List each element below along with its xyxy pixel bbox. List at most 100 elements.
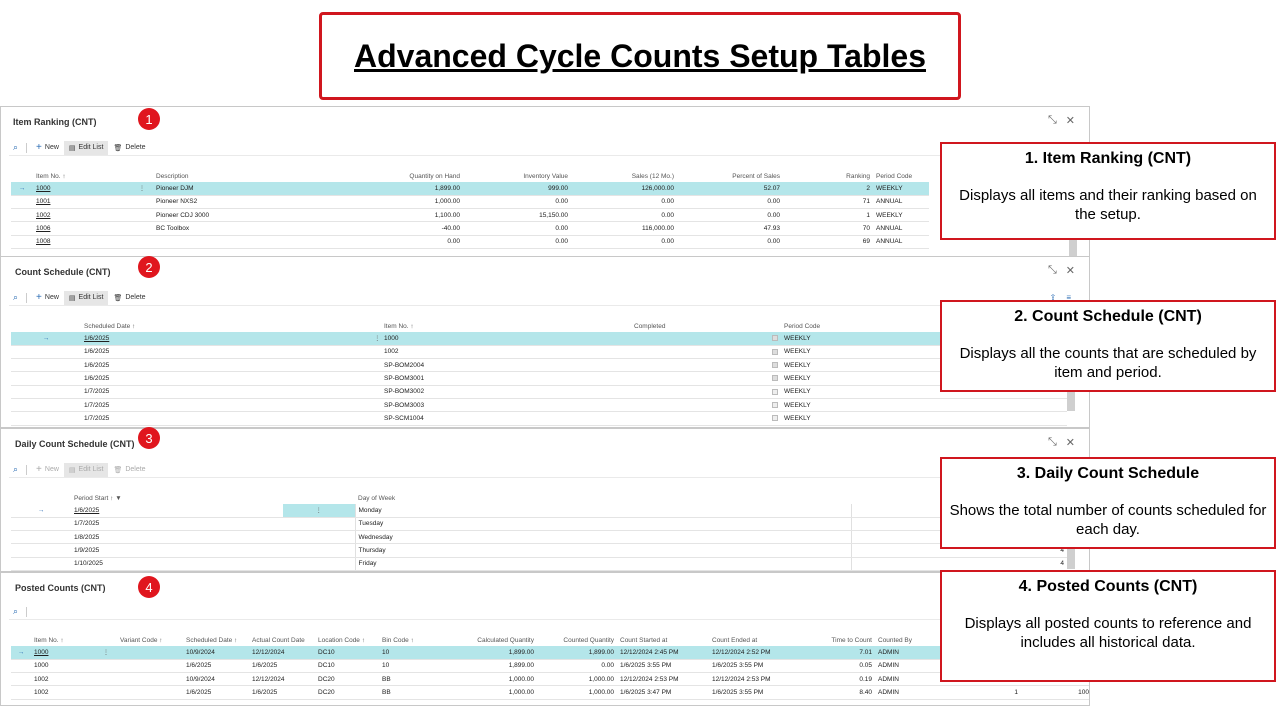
period-code-cell: WEEKLY <box>873 208 929 223</box>
table-row[interactable]: 1/7/2025 SP-SCM1004 WEEKLY <box>11 411 1067 426</box>
close-icon[interactable]: ✕ <box>1066 264 1075 277</box>
edit-list-button[interactable]: ▤ Edit List <box>63 290 109 305</box>
table-row[interactable]: → 1/6/2025 ⋮ 1000 WEEKLY <box>11 332 1067 346</box>
toolbar-divider <box>26 142 28 153</box>
col-header[interactable]: Counted Quantity <box>537 634 617 646</box>
completed-checkbox[interactable] <box>772 335 778 342</box>
item-no-link[interactable]: 1001 <box>33 195 131 210</box>
period-code-cell: WEEKLY <box>873 182 929 196</box>
scheduled-date-cell[interactable]: 1/6/2025 <box>81 332 371 346</box>
col-header[interactable]: Count Started at <box>617 634 709 646</box>
new-button[interactable]: + New <box>31 141 64 155</box>
col-header[interactable]: Bin Code ↑ <box>379 634 443 646</box>
completed-checkbox[interactable] <box>772 362 778 369</box>
item-no-link[interactable]: 1000 <box>33 182 131 196</box>
search-icon[interactable]: ⌕ <box>9 606 22 617</box>
completed-checkbox[interactable] <box>772 388 778 395</box>
col-header[interactable]: Item No. ↑ <box>31 634 95 646</box>
delete-button[interactable]: 🗑 Delete <box>108 141 150 155</box>
period-start-cell[interactable]: 1/6/2025 <box>71 504 283 518</box>
row-spacer <box>131 235 153 249</box>
table-row[interactable]: 1002 10/9/2024 12/12/2024 DC20 BB 1,000.00 1,0… <box>11 672 1089 687</box>
table-row[interactable]: 1001 Pioneer NXS2 1,000.00 0.00 0.00 0.00 71 AN… <box>11 195 929 210</box>
col-header[interactable]: Scheduled Date ↑ <box>81 320 371 332</box>
item-no-link[interactable]: 1008 <box>33 235 131 249</box>
table-row[interactable]: → 1/6/2025 ⋮ Monday <box>11 504 1067 518</box>
table-row[interactable]: → 1000 ⋮ Pioneer DJM 1,899.00 999.00 126,000.0… <box>11 182 929 196</box>
period-code-cell: WEEKLY <box>781 385 931 399</box>
item-no-link[interactable]: 1000 <box>31 646 95 660</box>
completed-checkbox[interactable] <box>772 348 778 355</box>
new-button[interactable]: + New <box>31 463 64 477</box>
col-header[interactable]: Completed <box>631 320 781 332</box>
search-icon[interactable]: ⌕ <box>9 292 22 303</box>
table-row[interactable]: 1008 0.00 0.00 0.00 0.00 69 ANNUAL <box>11 235 929 249</box>
edit-list-button[interactable]: ▤ Edit List <box>63 462 109 477</box>
table-row[interactable]: 1/7/2025 SP-BOM3002 WEEKLY <box>11 385 1067 399</box>
col-header[interactable]: Count Ended at <box>709 634 801 646</box>
filler-cell <box>931 411 1067 426</box>
table-row[interactable]: 1/7/2025 SP-BOM3003 WEEKLY <box>11 398 1067 413</box>
col-header[interactable]: Percent of Sales <box>677 170 783 182</box>
row-actions-icon[interactable]: ⋮ <box>131 182 153 196</box>
close-icon[interactable]: ✕ <box>1066 114 1075 127</box>
scheduled-date-cell: 10/9/2024 <box>183 672 249 687</box>
table-row[interactable]: → 1000 ⋮ 10/9/2024 12/12/2024 DC10 10 1,899.00 1… <box>11 646 1089 660</box>
col-header[interactable]: Period Code <box>873 170 929 182</box>
scrollbar[interactable] <box>1067 547 1075 569</box>
edit-list-button[interactable]: ▤ Edit List <box>63 140 109 155</box>
row-actions-icon[interactable]: ⋮ <box>283 504 355 518</box>
table-row[interactable]: 1006 BC Toolbox -40.00 0.00 116,000.00 47.93 7… <box>11 221 929 236</box>
col-header[interactable]: Variant Code ↑ <box>117 634 183 646</box>
search-icon[interactable]: ⌕ <box>9 464 22 475</box>
col-header[interactable]: Period Start ↑ ▼ <box>71 492 283 504</box>
table-row[interactable]: 1/7/2025 Tuesday <box>11 517 1067 532</box>
col-header[interactable]: Scheduled Date ↑ <box>183 634 249 646</box>
delete-button[interactable]: 🗑 Delete <box>108 463 150 477</box>
col-header[interactable]: Counted By <box>875 634 931 646</box>
table-row[interactable]: 1/10/2025 Friday 4 <box>11 557 1067 571</box>
col-header[interactable]: Description <box>153 170 303 182</box>
row-actions-icon[interactable]: ⋮ <box>371 332 381 346</box>
collapse-icon[interactable]: ⤡ <box>1048 436 1057 449</box>
completed-checkbox[interactable] <box>772 401 778 408</box>
table-row[interactable]: 1/6/2025 SP-BOM3001 WEEKLY <box>11 371 1067 386</box>
col-header[interactable]: Item No. ↑ <box>381 320 631 332</box>
col-header[interactable]: Quantity on Hand <box>303 170 463 182</box>
item-no-link[interactable]: 1002 <box>33 208 131 223</box>
row-actions-icon[interactable]: ⋮ <box>95 646 117 660</box>
filter-icon[interactable]: ▼ <box>115 495 121 502</box>
table-row[interactable]: 1002 Pioneer CDJ 3000 1,100.00 15,150.00 0.0… <box>11 208 929 223</box>
col-header[interactable]: Location Code ↑ <box>315 634 379 646</box>
period-code-cell: ANNUAL <box>873 235 929 249</box>
col-header[interactable]: Sales (12 Mo.) <box>571 170 677 182</box>
item-no-link[interactable]: 1006 <box>33 221 131 236</box>
col-header[interactable]: Day of Week <box>355 492 851 504</box>
window-controls: ⤡ ✕ <box>1048 436 1075 449</box>
scheduled-date-cell: 1/7/2025 <box>81 398 371 413</box>
completed-checkbox[interactable] <box>772 415 778 422</box>
new-button[interactable]: + New <box>31 291 64 305</box>
close-icon[interactable]: ✕ <box>1066 436 1075 449</box>
table-row[interactable]: 1/9/2025 Thursday 4 <box>11 543 1067 558</box>
scrollbar[interactable] <box>1067 389 1075 411</box>
step-badge-3: 3 <box>138 427 160 449</box>
table-row[interactable]: 1/6/2025 1002 WEEKLY <box>11 345 1067 360</box>
col-header[interactable]: Inventory Value <box>463 170 571 182</box>
col-header[interactable]: Actual Count Date <box>249 634 315 646</box>
col-header[interactable]: Item No. ↑ <box>33 170 131 182</box>
table-row[interactable]: 1/6/2025 SP-BOM2004 WEEKLY <box>11 358 1067 373</box>
row-marker <box>11 208 33 223</box>
search-icon[interactable]: ⌕ <box>9 142 22 153</box>
col-header[interactable]: Period Code <box>781 320 931 332</box>
col-header[interactable]: Time to Count <box>801 634 875 646</box>
collapse-icon[interactable]: ⤡ <box>1048 114 1057 127</box>
completed-checkbox[interactable] <box>772 375 778 382</box>
table-row[interactable]: 1000 1/6/2025 1/6/2025 DC10 10 1,899.00 0.00 1/… <box>11 659 1089 674</box>
collapse-icon[interactable]: ⤡ <box>1048 264 1057 277</box>
table-row[interactable]: 1/8/2025 Wednesday <box>11 530 1067 545</box>
delete-button[interactable]: 🗑 Delete <box>108 291 150 305</box>
table-row[interactable]: 1002 1/6/2025 1/6/2025 DC20 BB 1,000.00 1,000.… <box>11 685 1089 700</box>
col-header[interactable]: Ranking <box>783 170 873 182</box>
col-header[interactable]: Calculated Quantity <box>443 634 537 646</box>
